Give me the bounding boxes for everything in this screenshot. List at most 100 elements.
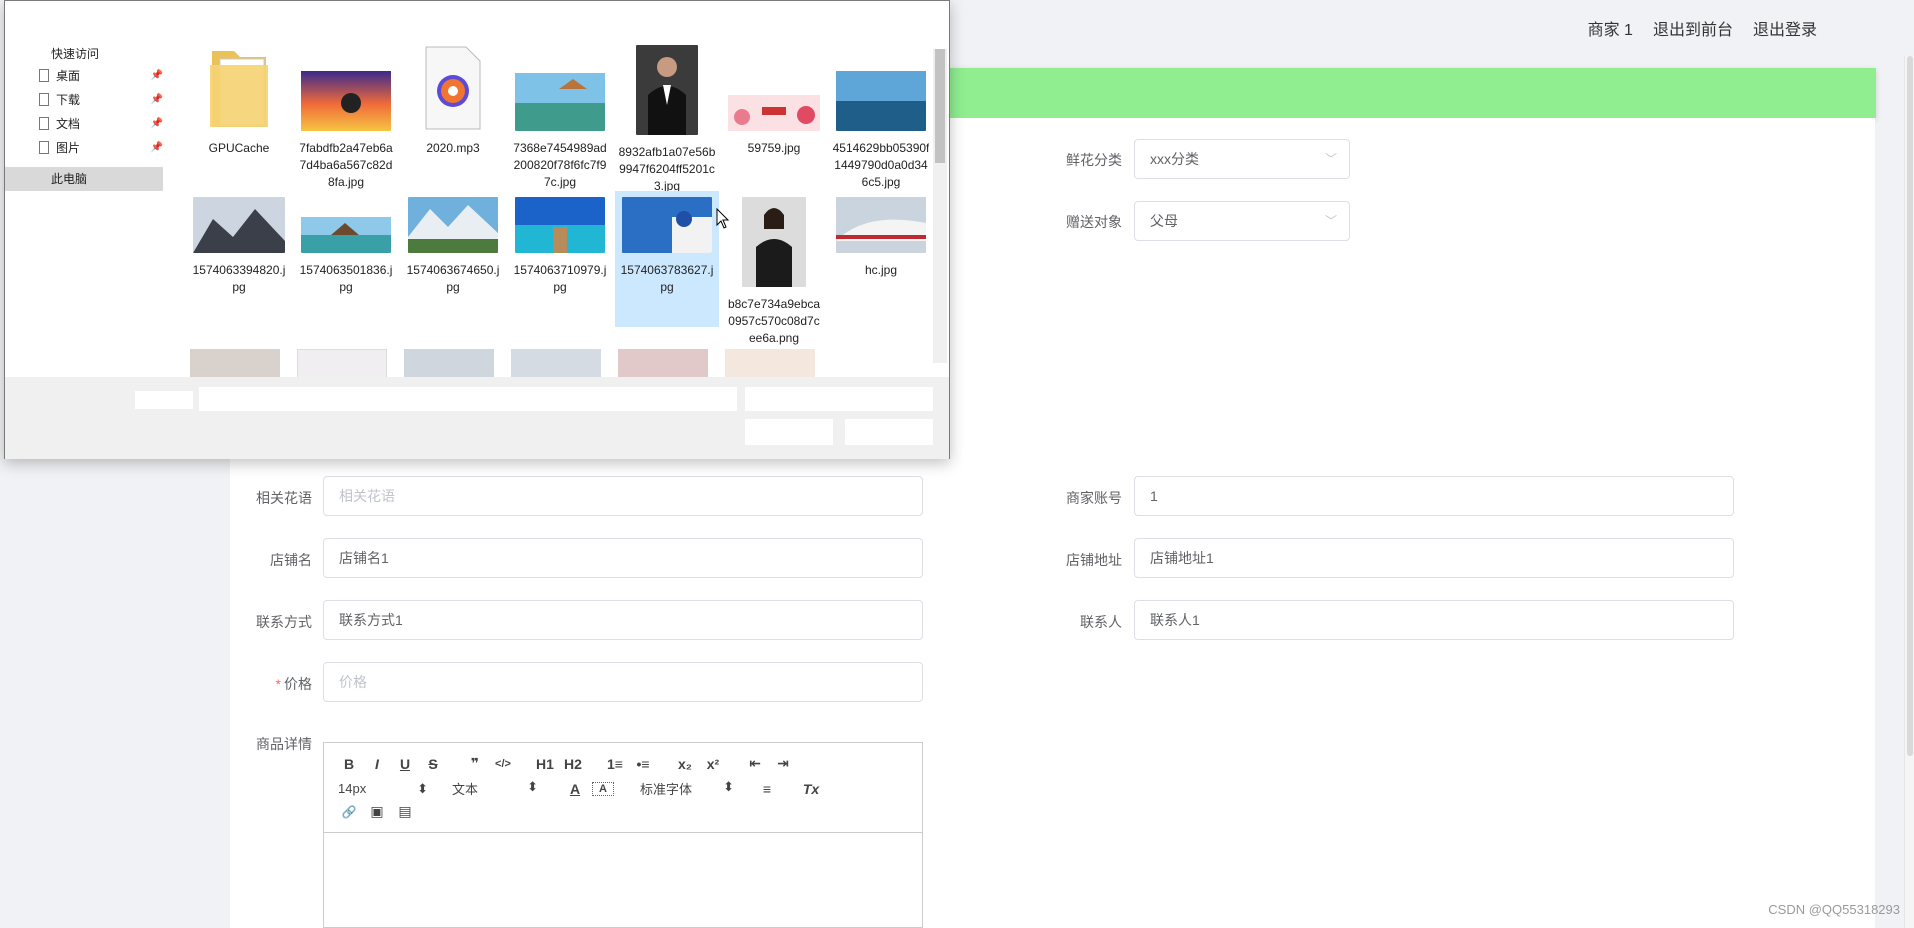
cancel-button[interactable] <box>845 419 933 445</box>
dialog-scrollbar[interactable] <box>933 49 947 363</box>
file-item[interactable]: 7368e7454989ad200820f78f6fc7f97c.jpg <box>508 45 612 191</box>
category-value: xxx分类 <box>1150 151 1199 167</box>
video-icon[interactable]: ▤ <box>394 803 416 820</box>
file-item-selected[interactable]: 1574063783627.jpg <box>615 191 719 327</box>
file-name: 2020.mp3 <box>426 141 480 155</box>
resort-image <box>515 73 605 131</box>
banner-image <box>728 95 820 131</box>
merchant-account-input[interactable]: 1 <box>1134 476 1734 516</box>
file-item[interactable]: hc.jpg <box>829 197 929 279</box>
align-button[interactable]: ≡ <box>756 781 778 797</box>
page-scrollbar[interactable] <box>1904 56 1914 928</box>
editor-content-area[interactable] <box>324 833 922 927</box>
outdent-button[interactable]: ⇤ <box>744 755 766 772</box>
file-item[interactable]: 1574063394820.jpg <box>187 197 291 296</box>
document-icon <box>39 69 49 82</box>
strike-button[interactable]: S <box>422 756 444 772</box>
italic-button[interactable]: I <box>366 756 388 772</box>
partial-thumbnail <box>297 349 387 377</box>
sidebar-item-pictures[interactable]: 图片 📌 <box>39 139 163 156</box>
image-icon[interactable]: ▣ <box>366 803 388 820</box>
file-item[interactable]: 2020.mp3 <box>401 45 505 157</box>
partial-thumbnail <box>404 349 494 377</box>
rich-text-editor: B I U S ❞ </> H1 H2 1≡ •≡ x₂ x² ⇤ ⇥ 14px… <box>323 742 923 928</box>
partial-thumbnail <box>190 349 280 377</box>
file-item[interactable]: 59759.jpg <box>722 45 826 157</box>
header-nav: 商家 1 退出到前台 退出登录 <box>1588 16 1817 40</box>
file-item[interactable]: GPUCache <box>187 45 291 157</box>
sunset-image <box>301 71 391 131</box>
file-item[interactable]: 7fabdfb2a47eb6a7d4ba6a567c82d8fa.jpg <box>294 45 398 191</box>
sidebar-item-downloads[interactable]: 下载 📌 <box>39 91 163 108</box>
woman-portrait-image <box>742 197 806 287</box>
price-label: * 价格 <box>232 674 312 694</box>
indent-button[interactable]: ⇥ <box>772 755 794 772</box>
file-item[interactable]: 8932afb1a07e56b9947f6204ff5201c3.jpg <box>615 45 719 195</box>
file-name: GPUCache <box>208 141 270 155</box>
file-item[interactable]: 1574063674650.jpg <box>401 197 505 296</box>
file-type-select[interactable] <box>745 387 933 411</box>
header-picker[interactable]: 文本 ⬍ <box>452 779 538 798</box>
ordered-list-button[interactable]: 1≡ <box>604 756 626 772</box>
quick-access-heading[interactable]: 快速访问 <box>51 45 99 62</box>
file-item[interactable]: 1574063501836.jpg <box>294 197 398 296</box>
recipient-select[interactable]: 父母 ﹀ <box>1134 201 1350 241</box>
partial-thumbnail <box>618 349 708 377</box>
toolbar-row-media: 🔗 ▣ ▤ <box>338 803 422 820</box>
merchant-name[interactable]: 商家 1 <box>1588 16 1633 40</box>
contact-method-input[interactable]: 联系方式1 <box>323 600 923 640</box>
category-select[interactable]: xxx分类 ﹀ <box>1134 139 1350 179</box>
sidebar-item-this-pc[interactable]: 此电脑 <box>5 167 163 191</box>
background-color-button[interactable]: A <box>592 781 614 796</box>
shop-name-input[interactable]: 店铺名1 <box>323 538 923 578</box>
price-input[interactable] <box>323 662 923 702</box>
file-name: 7368e7454989ad200820f78f6fc7f97c.jpg <box>513 141 607 189</box>
mouse-pointer-icon <box>716 207 730 236</box>
chevron-down-icon: ﹀ <box>1324 152 1337 166</box>
pin-icon: 📌 <box>150 118 163 129</box>
font-color-button[interactable]: A <box>564 781 586 797</box>
price-label-text: 价格 <box>284 676 312 692</box>
file-item[interactable]: 1574063710979.jpg <box>508 197 612 296</box>
superscript-button[interactable]: x² <box>702 756 724 772</box>
sidebar-item-label: 下载 <box>56 93 81 107</box>
underline-button[interactable]: U <box>394 756 416 772</box>
file-name: 1574063674650.jpg <box>406 263 500 294</box>
link-icon[interactable]: 🔗 <box>338 805 360 819</box>
header1-button[interactable]: H1 <box>534 756 556 772</box>
sidebar-item-documents[interactable]: 文档 📌 <box>39 115 163 132</box>
chevron-down-icon: ﹀ <box>1324 214 1337 228</box>
flower-language-label: 相关花语 <box>256 490 312 506</box>
subscript-button[interactable]: x₂ <box>674 756 696 772</box>
details-label: 商品详情 <box>256 736 312 752</box>
bold-button[interactable]: B <box>338 756 360 772</box>
file-name: b8c7e734a9ebca0957c570c08d7cee6a.png <box>727 297 821 345</box>
contact-person-input[interactable]: 联系人1 <box>1134 600 1734 640</box>
header2-button[interactable]: H2 <box>562 756 584 772</box>
clean-format-button[interactable]: Tx <box>800 781 822 797</box>
dialog-scrollbar-thumb[interactable] <box>935 49 945 163</box>
flower-language-input[interactable] <box>323 476 923 516</box>
sidebar-item-desktop[interactable]: 桌面 📌 <box>39 67 163 84</box>
code-block-button[interactable]: </> <box>492 758 514 770</box>
font-size-picker[interactable]: 14px ⬍ <box>338 781 428 797</box>
file-item[interactable]: 4514629bb05390f1449790d0a0d346c5.jpg <box>829 45 929 191</box>
logout-link[interactable]: 退出登录 <box>1753 16 1817 40</box>
file-open-dialog: 快速访问 桌面 📌 下载 📌 文档 📌 图片 📌 此电脑 GPUCache 7fabdf… <box>4 0 950 459</box>
portrait-image <box>636 45 698 135</box>
green-banner <box>948 68 1876 118</box>
updown-arrow-icon: ⬍ <box>527 779 538 794</box>
shop-address-input[interactable]: 店铺地址1 <box>1134 538 1734 578</box>
document-icon <box>39 117 49 130</box>
bullet-list-button[interactable]: •≡ <box>632 756 654 772</box>
open-button[interactable] <box>745 419 833 445</box>
filename-input[interactable] <box>199 387 737 411</box>
train-image <box>836 197 926 253</box>
page-scrollbar-thumb[interactable] <box>1907 56 1913 756</box>
back-to-front-link[interactable]: 退出到前台 <box>1653 16 1733 40</box>
updown-arrow-icon: ⬍ <box>723 779 734 794</box>
contact-person-label: 联系人 <box>1080 614 1122 630</box>
blockquote-button[interactable]: ❞ <box>464 755 486 772</box>
font-family-picker[interactable]: 标准字体 ⬍ <box>640 779 734 798</box>
file-item[interactable]: b8c7e734a9ebca0957c570c08d7cee6a.png <box>722 197 826 347</box>
